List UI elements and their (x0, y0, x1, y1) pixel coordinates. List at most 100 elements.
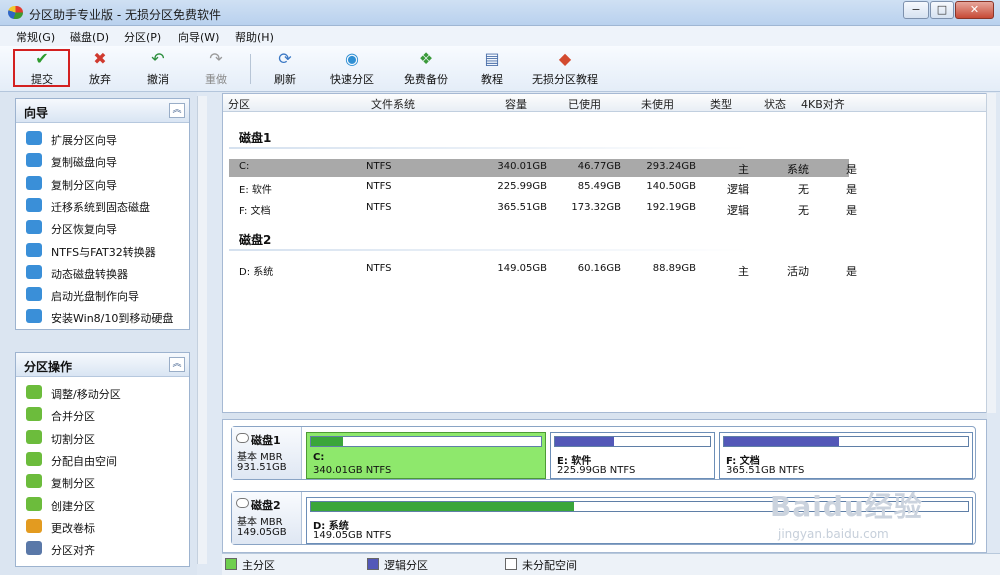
sidebar-item[interactable]: 分区对齐 (24, 539, 184, 559)
menu-partition[interactable]: 分区(P) (124, 29, 161, 45)
tutorial-button[interactable]: ▤ 教程 (471, 48, 513, 90)
cell-status: 无 (798, 204, 809, 217)
sidebar-item-label: 切割分区 (51, 432, 95, 446)
table-header: 分区 文件系统 容量 已使用 未使用 类型 状态 4KB对齐 (223, 94, 986, 112)
sidebar-item-label: 复制磁盘向导 (51, 156, 117, 170)
sidebar-item[interactable]: 扩展分区向导 (24, 129, 184, 149)
sidebar-item[interactable]: 动态磁盘转换器 (24, 263, 184, 283)
table-row[interactable]: D: 系统 NTFS 149.05GB 60.16GB 88.89GB 主 活动 是 (229, 261, 857, 279)
sidebar-item[interactable]: 合并分区 (24, 405, 184, 425)
watermark-url: jingyan.baidu.com (778, 527, 889, 541)
discard-button[interactable]: ✖ 放弃 (80, 48, 120, 90)
partition-f-block[interactable]: F: 文档 365.51GB NTFS (719, 432, 973, 479)
redo-button[interactable]: ↷ 重做 (196, 48, 236, 90)
sidebar: 向导 ︽ 扩展分区向导 复制磁盘向导 复制分区向导 迁移系统到固态磁盘 分区恢复向导 NT… (0, 92, 197, 575)
usage-fill (555, 437, 614, 446)
sidebar-item[interactable]: 更改卷标 (24, 517, 184, 537)
col-filesystem[interactable]: 文件系统 (371, 96, 415, 112)
col-4k-align[interactable]: 4KB对齐 (801, 96, 845, 112)
sidebar-item[interactable]: 复制分区 (24, 472, 184, 492)
wizard-icon (26, 541, 42, 556)
disk1-map[interactable]: 磁盘1 基本 MBR 931.51GB C: 340.01GB NTFS E: … (231, 426, 976, 480)
col-used[interactable]: 已使用 (568, 96, 601, 112)
wizard-icon (26, 429, 42, 444)
wizard-icon (26, 264, 42, 279)
cell-type: 主 (738, 163, 749, 176)
cell-fs: NTFS (366, 202, 392, 213)
lossless-tutorial-button[interactable]: ◆ 无损分区教程 (527, 48, 603, 90)
collapse-icon[interactable]: ︽ (169, 103, 185, 118)
menu-help[interactable]: 帮助(H) (235, 29, 274, 45)
menu-disk[interactable]: 磁盘(D) (70, 29, 109, 45)
sidebar-item-label: 调整/移动分区 (51, 388, 121, 401)
wizard-panel: 向导 ︽ 扩展分区向导 复制磁盘向导 复制分区向导 迁移系统到固态磁盘 分区恢复向导 NT… (15, 98, 190, 330)
toolbar: ✔ 提交 ✖ 放弃 ↶ 撤消 ↷ 重做 ⟳ 刷新 ◉ 快速分区 ❖ 免费备份 ▤… (0, 46, 1000, 92)
cell-partition: F: 文档 (239, 206, 271, 217)
wizard-icon (26, 287, 42, 302)
col-status[interactable]: 状态 (764, 96, 786, 112)
unallocated-swatch (505, 558, 517, 570)
sidebar-item[interactable]: 创建分区 (24, 495, 184, 515)
table-row[interactable]: F: 文档 NTFS 365.51GB 173.32GB 192.19GB 逻辑 无 是 (229, 200, 857, 218)
redo-icon: ↷ (209, 49, 223, 68)
sidebar-item-label: 迁移系统到固态磁盘 (51, 200, 150, 214)
cell-free: 140.50GB (646, 181, 696, 192)
minimize-button[interactable]: − (903, 1, 929, 19)
partition-c-block[interactable]: C: 340.01GB NTFS (306, 432, 546, 479)
sidebar-item-label: 创建分区 (51, 499, 95, 513)
undo-button[interactable]: ↶ 撤消 (138, 48, 178, 90)
sidebar-item[interactable]: 复制分区向导 (24, 174, 184, 194)
sidebar-scrollbar[interactable] (197, 96, 207, 564)
quick-partition-label: 快速分区 (330, 73, 374, 86)
col-capacity[interactable]: 容量 (505, 96, 527, 112)
partition-e-block[interactable]: E: 软件 225.99GB NTFS (550, 432, 715, 479)
commit-highlight-box (13, 49, 70, 87)
wizard-icon (26, 175, 42, 190)
sidebar-item[interactable]: 分区恢复向导 (24, 218, 184, 238)
legend-logical-label: 逻辑分区 (384, 559, 428, 572)
logical-swatch (367, 558, 379, 570)
col-free[interactable]: 未使用 (641, 96, 674, 112)
collapse-icon[interactable]: ︽ (169, 357, 185, 372)
col-partition[interactable]: 分区 (228, 96, 250, 112)
table-scrollbar[interactable] (986, 93, 996, 413)
app-logo-icon (8, 6, 23, 19)
menu-wizard[interactable]: 向导(W) (178, 29, 219, 45)
wizard-icon (26, 451, 42, 466)
table-row[interactable]: E: 软件 NTFS 225.99GB 85.49GB 140.50GB 逻辑 无 是 (229, 179, 857, 197)
free-backup-button[interactable]: ❖ 免费备份 (397, 48, 455, 90)
cell-capacity: 225.99GB (497, 181, 547, 192)
sidebar-item-label: 分区恢复向导 (51, 223, 117, 237)
sidebar-item-label: 分配自由空间 (51, 454, 117, 468)
sidebar-item[interactable]: 迁移系统到固态磁盘 (24, 196, 184, 216)
quick-partition-button[interactable]: ◉ 快速分区 (323, 48, 381, 90)
cell-partition: D: 系统 (239, 267, 274, 278)
sidebar-item[interactable]: 复制磁盘向导 (24, 151, 184, 171)
sidebar-item[interactable]: 安装Win8/10到移动硬盘 (24, 307, 184, 327)
disk-group-label: 磁盘1 (239, 131, 272, 145)
cell-align: 是 (846, 163, 857, 176)
sidebar-item[interactable]: 启动光盘制作向导 (24, 285, 184, 305)
maximize-button[interactable]: □ (930, 1, 954, 19)
wizard-icon (26, 518, 42, 533)
cell-align: 是 (846, 183, 857, 196)
backup-icon: ❖ (418, 49, 434, 68)
sidebar-item[interactable]: 调整/移动分区 (24, 383, 184, 403)
close-button[interactable]: ✕ (955, 1, 994, 19)
sidebar-item[interactable]: NTFS与FAT32转换器 (24, 241, 184, 261)
baidu-watermark: Baidu经验 jingyan.baidu.com (770, 485, 1000, 560)
refresh-button[interactable]: ⟳ 刷新 (264, 48, 306, 90)
disk-group-divider (229, 249, 749, 251)
usage-bar (554, 436, 711, 447)
menu-general[interactable]: 常规(G) (16, 29, 55, 45)
wizard-icon (26, 474, 42, 489)
col-type[interactable]: 类型 (710, 96, 732, 112)
wizard-icon (26, 197, 42, 212)
sidebar-item[interactable]: 分配自由空间 (24, 450, 184, 470)
table-row[interactable]: C: NTFS 340.01GB 46.77GB 293.24GB 主 系统 是 (229, 159, 857, 177)
sidebar-item-label: 安装Win8/10到移动硬盘 (51, 312, 174, 326)
refresh-label: 刷新 (274, 73, 296, 86)
sidebar-item-label: 扩展分区向导 (51, 134, 117, 147)
sidebar-item[interactable]: 切割分区 (24, 428, 184, 448)
refresh-icon: ⟳ (278, 49, 292, 68)
